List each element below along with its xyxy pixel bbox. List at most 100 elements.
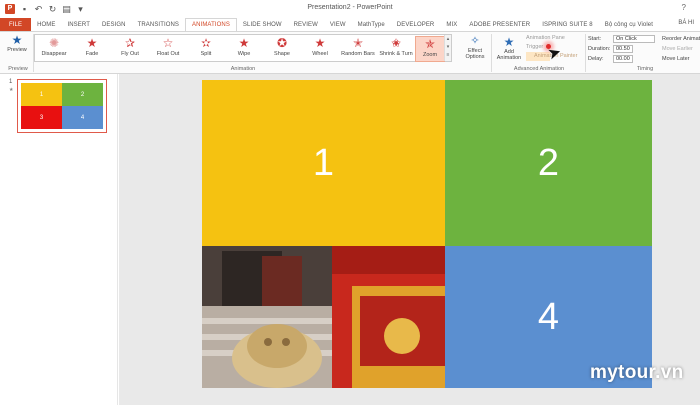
tab-insert[interactable]: INSERT xyxy=(61,18,96,31)
effect-label: Wipe xyxy=(237,51,251,57)
effect-label: Shrink & Turn xyxy=(379,51,413,57)
tab-review[interactable]: REVIEW xyxy=(288,18,324,31)
tab-mathtype[interactable]: MathType xyxy=(352,18,391,31)
tab-file[interactable]: FILE xyxy=(0,18,32,31)
fly-out-icon: ✰ xyxy=(124,36,136,50)
disappear-icon: ✺ xyxy=(48,36,60,50)
timing-group: Start: On Click Duration: 00.50 Delay: 0… xyxy=(588,34,660,64)
title-bar: P ▪ ↶ ↻ ▤ ▾ Presentation2 - PowerPoint ? xyxy=(0,0,700,18)
effect-wheel[interactable]: ★ Wheel xyxy=(301,36,339,62)
slide-thumbnail[interactable]: 1 2 3 4 xyxy=(17,79,107,133)
advanced-animation-group-label: Advanced Animation xyxy=(513,66,565,72)
tab-mix[interactable]: MIX xyxy=(440,18,463,31)
effect-label: Shape xyxy=(274,51,290,57)
window-title: Presentation2 - PowerPoint xyxy=(307,4,393,11)
quadrant-1[interactable]: 1 xyxy=(202,80,445,246)
delay-input[interactable]: 00.00 xyxy=(613,55,633,63)
preview-label: Preview xyxy=(7,47,27,53)
duration-input[interactable]: 00.50 xyxy=(613,45,633,53)
effect-label: Disappear xyxy=(41,51,67,57)
tab-adobe-presenter[interactable]: ADOBE PRESENTER xyxy=(463,18,536,31)
effect-random-bars[interactable]: ✭ Random Bars xyxy=(339,36,377,62)
move-later-button[interactable]: Move Later xyxy=(662,54,700,64)
tab-violet[interactable]: Bộ công cụ Violet xyxy=(599,18,659,31)
group-divider xyxy=(491,34,492,72)
animation-group-label: Animation xyxy=(230,66,256,72)
quadrant-2[interactable]: 2 xyxy=(445,80,652,246)
group-divider xyxy=(585,34,586,72)
animations-ribbon: ★ Preview Preview ✺ Disappear ★ Fade ✰ F… xyxy=(0,31,700,74)
watermark-logo: mytour.vn xyxy=(590,362,684,383)
slide-canvas[interactable]: 1 2 4 xyxy=(202,80,652,388)
effect-label: Split xyxy=(200,51,212,57)
effect-label: Fade xyxy=(85,51,99,57)
tab-home[interactable]: HOME xyxy=(31,18,61,31)
effect-label: Float Out xyxy=(156,51,180,57)
reorder-title: Reorder Animation xyxy=(662,36,700,42)
user-name[interactable]: BÁ HI xyxy=(678,20,694,26)
help-icon[interactable]: ? xyxy=(682,3,686,12)
tab-slide-show[interactable]: SLIDE SHOW xyxy=(237,18,288,31)
add-animation-button[interactable]: ★ Add Animation xyxy=(494,35,524,61)
effect-zoom[interactable]: ✯ Zoom xyxy=(415,36,445,62)
effect-fly-out[interactable]: ✰ Fly Out xyxy=(111,36,149,62)
temple-photo-image xyxy=(202,246,445,388)
effect-disappear[interactable]: ✺ Disappear xyxy=(35,36,73,62)
preview-star-icon: ★ xyxy=(11,33,23,47)
animation-gallery: ✺ Disappear ★ Fade ✰ Fly Out ☆ Float Out… xyxy=(34,34,452,62)
effect-options-button[interactable]: ✧ Effect Options xyxy=(458,35,492,60)
effect-label: Wheel xyxy=(312,51,328,57)
start-select[interactable]: On Click xyxy=(613,35,655,43)
effect-split[interactable]: ✫ Split xyxy=(187,36,225,62)
tab-transitions[interactable]: TRANSITIONS xyxy=(132,18,185,31)
thumb-cell-4: 4 xyxy=(62,106,103,129)
effect-label: Zoom xyxy=(422,52,438,58)
effect-wipe[interactable]: ★ Wipe xyxy=(225,36,263,62)
wheel-icon: ★ xyxy=(314,36,326,50)
quadrant-2-label: 2 xyxy=(537,141,560,184)
wipe-icon: ★ xyxy=(238,36,250,50)
effect-float-out[interactable]: ☆ Float Out xyxy=(149,36,187,62)
gallery-scrollbar[interactable]: ▴ ▾ ≡ xyxy=(444,35,451,61)
effect-label: Random Bars xyxy=(341,51,375,57)
zoom-icon: ✯ xyxy=(424,37,436,51)
powerpoint-window: P ▪ ↶ ↻ ▤ ▾ Presentation2 - PowerPoint ?… xyxy=(0,0,700,405)
add-animation-icon: ★ xyxy=(503,35,515,49)
tab-ispring-suite[interactable]: ISPRING SUITE 8 xyxy=(536,18,599,31)
quadrant-4-label: 4 xyxy=(537,295,560,338)
tab-developer[interactable]: DEVELOPER xyxy=(391,18,441,31)
reorder-animation: Reorder Animation Move Earlier Move Late… xyxy=(662,34,700,64)
tab-animations[interactable]: ANIMATIONS xyxy=(185,18,237,31)
thumb-cell-2: 2 xyxy=(62,83,103,106)
start-label: Start: xyxy=(588,36,602,42)
thumb-cell-3: 3 xyxy=(21,106,62,129)
slide-thumbnails-pane: 1 ★ 1 2 3 4 xyxy=(0,74,118,405)
add-animation-label: Add Animation xyxy=(496,49,522,61)
tab-view[interactable]: VIEW xyxy=(324,18,352,31)
shape-icon: ✪ xyxy=(276,36,288,50)
slide-number: 1 xyxy=(9,79,13,85)
split-icon: ✫ xyxy=(200,36,212,50)
quadrant-1-label: 1 xyxy=(312,141,335,184)
tab-design[interactable]: DESIGN xyxy=(96,18,132,31)
temple-photo[interactable] xyxy=(202,246,445,388)
animation-painter-button[interactable]: Animation Painter xyxy=(526,52,577,61)
effect-options-label: Effect Options xyxy=(465,48,485,60)
preview-button[interactable]: ★ Preview xyxy=(3,33,31,54)
thumb-cell-1: 1 xyxy=(21,83,62,106)
animation-pane-button[interactable]: Animation Pane xyxy=(526,34,582,43)
effect-fade[interactable]: ★ Fade xyxy=(73,36,111,62)
float-out-icon: ☆ xyxy=(162,36,174,50)
move-earlier-button[interactable]: Move Earlier xyxy=(662,44,700,54)
effect-shrink-turn[interactable]: ✬ Shrink & Turn xyxy=(377,36,415,62)
animation-marker-icon: ★ xyxy=(9,87,14,93)
ribbon-tabs: FILE HOME INSERT DESIGN TRANSITIONS ANIM… xyxy=(0,18,700,31)
random-bars-icon: ✭ xyxy=(352,36,364,50)
preview-group-label: Preview xyxy=(8,66,28,72)
effect-options-icon: ✧ xyxy=(470,35,480,47)
effect-label: Fly Out xyxy=(121,51,139,57)
effect-shape[interactable]: ✪ Shape xyxy=(263,36,301,62)
shrink-turn-icon: ✬ xyxy=(390,36,402,50)
timing-group-label: Timing xyxy=(636,66,654,72)
fade-icon: ★ xyxy=(86,36,98,50)
